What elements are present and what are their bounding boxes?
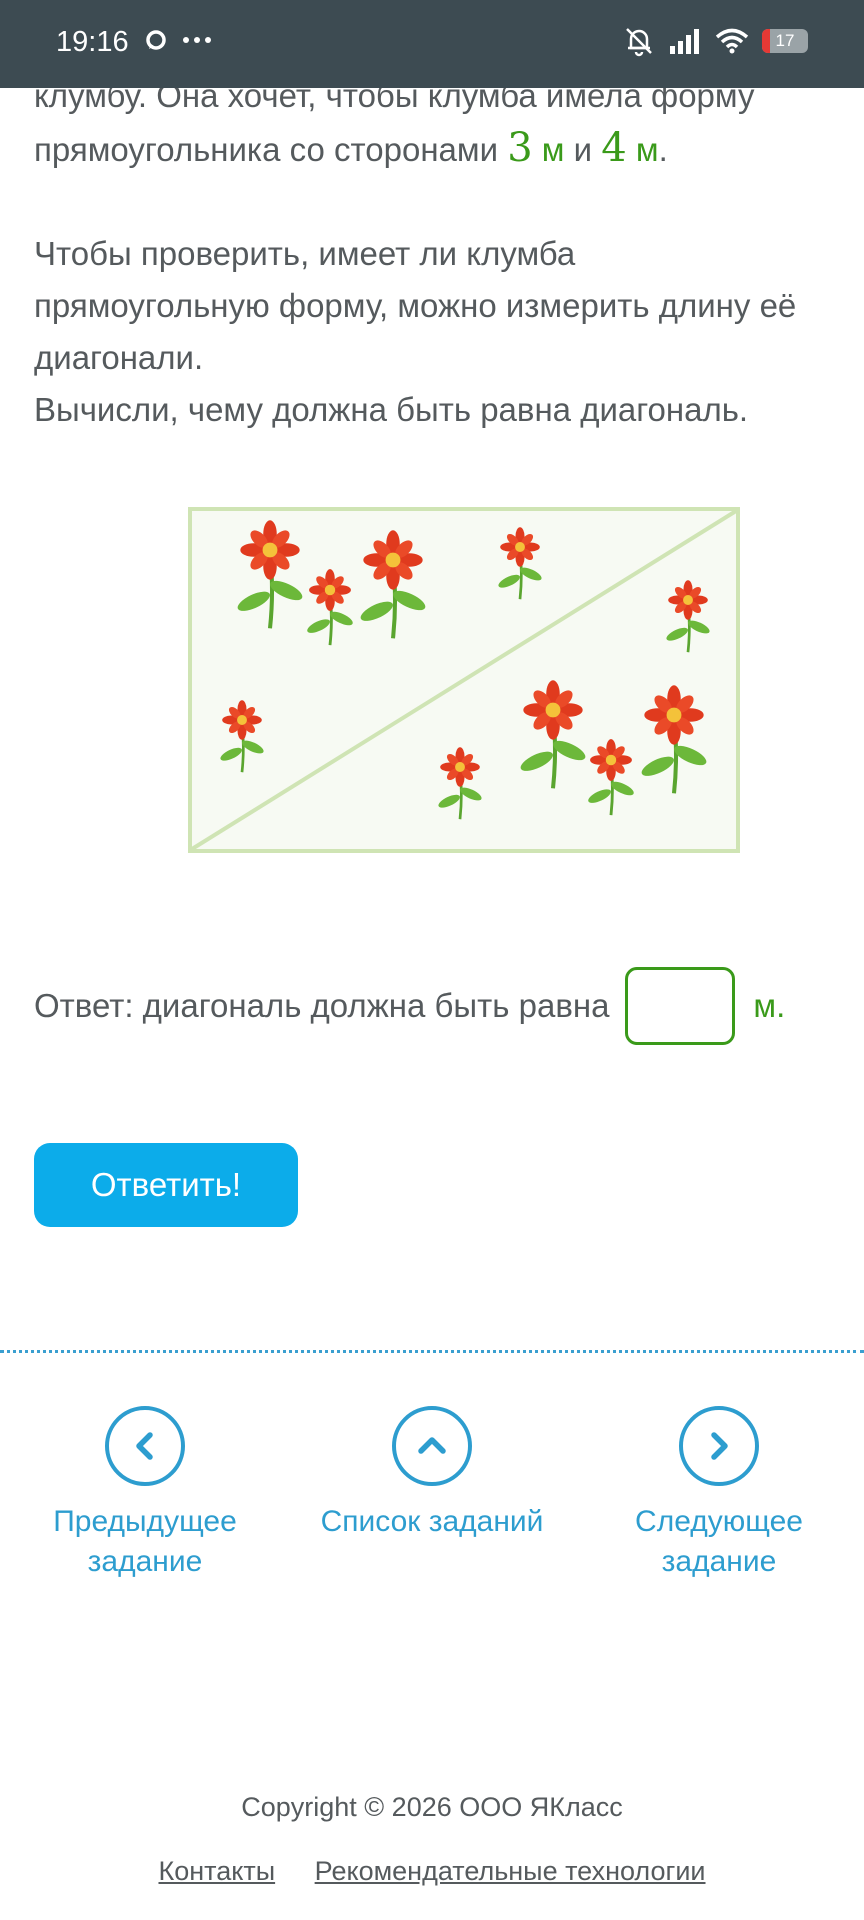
task-para2-line-2: прямоугольную форму, можно измерить длин… bbox=[34, 287, 797, 324]
answer-input[interactable] bbox=[625, 967, 736, 1045]
next-task-label-1: Следующее bbox=[635, 1505, 803, 1538]
prev-task-link[interactable]: Предыдущее задание bbox=[15, 1406, 275, 1582]
prev-task-label-1: Предыдущее bbox=[53, 1505, 237, 1538]
task-para2-line-3: диагонали. bbox=[34, 339, 204, 376]
task-text: клумбу. Она хочет, чтобы клумба имела фо… bbox=[34, 70, 834, 436]
chevron-left-icon bbox=[105, 1406, 185, 1486]
side-a-unit: м bbox=[532, 131, 565, 168]
side-b-value: 4 bbox=[601, 125, 627, 171]
chevron-up-icon bbox=[392, 1406, 472, 1486]
task-list-label: Список заданий bbox=[320, 1505, 544, 1538]
side-b-unit: м bbox=[626, 131, 659, 168]
task-line-2-prefix: прямоугольника со сторонами bbox=[34, 131, 508, 168]
side-a-value: 3 bbox=[507, 125, 533, 171]
task-para2-line-1: Чтобы проверить, имеет ли клумба bbox=[34, 235, 576, 272]
footer-links: Контакты Рекомендательные технологии bbox=[0, 1856, 864, 1887]
task-line-2: прямоугольника со сторонами 3 м и 4 м. bbox=[34, 122, 834, 176]
copyright: Copyright © 2026 ООО ЯКласс bbox=[241, 1792, 623, 1822]
answer-row: Ответ: диагональ должна быть равна м. bbox=[34, 966, 785, 1046]
wifi-icon bbox=[715, 28, 749, 54]
recommend-tech-link[interactable]: Рекомендательные технологии bbox=[315, 1856, 706, 1886]
answer-unit: м. bbox=[753, 987, 786, 1024]
message-icon bbox=[146, 30, 166, 50]
status-bar: 19:16 17 bbox=[0, 0, 864, 88]
next-task-link[interactable]: Следующее задание bbox=[589, 1406, 849, 1582]
chevron-right-icon bbox=[679, 1406, 759, 1486]
task-conjunction: и bbox=[564, 131, 602, 168]
battery-level: 17 bbox=[775, 31, 795, 50]
status-time: 19:16 bbox=[56, 26, 129, 58]
flowerbed-illustration bbox=[188, 507, 740, 853]
submit-button[interactable]: Ответить! bbox=[34, 1143, 298, 1227]
next-task-label-2: задание bbox=[661, 1545, 777, 1578]
answer-label: Ответ: диагональ должна быть равна bbox=[34, 987, 610, 1024]
task-para2-line-4: Вычисли, чему должна быть равна диагонал… bbox=[34, 391, 749, 428]
signal-icon bbox=[670, 29, 699, 54]
more-icon bbox=[183, 37, 211, 43]
battery-icon: 17 bbox=[762, 29, 808, 53]
task-list-link[interactable]: Список заданий bbox=[302, 1406, 562, 1542]
task-period: . bbox=[658, 131, 668, 168]
divider bbox=[0, 1350, 864, 1353]
prev-task-label-2: задание bbox=[87, 1545, 203, 1578]
contacts-link[interactable]: Контакты bbox=[158, 1856, 275, 1886]
bell-muted-icon bbox=[626, 28, 652, 57]
